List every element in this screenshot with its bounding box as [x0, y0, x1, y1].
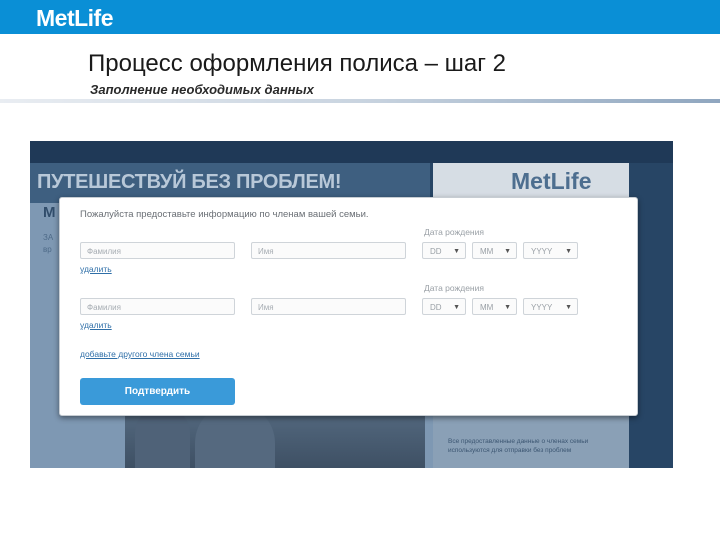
dob-year-value: YYYY: [531, 303, 553, 312]
site-left-text-1: ЗА: [43, 233, 54, 242]
modal-prompt: Пожалуйста предоставьте информацию по чл…: [80, 209, 369, 220]
site-top-strip: [30, 141, 673, 163]
dob-month-value: MM: [480, 247, 494, 256]
dob-label: Дата рождения: [424, 227, 484, 237]
surname-input[interactable]: Фамилия: [80, 298, 235, 315]
dropdown-arrow-icon: ▼: [565, 248, 572, 255]
slide-subtitle: Заполнение необходимых данных: [90, 82, 314, 97]
dob-year-select[interactable]: YYYY ▼: [523, 242, 578, 259]
slide-title: Процесс оформления полиса – шаг 2: [88, 50, 507, 77]
metlife-logo: MetLife: [36, 5, 114, 31]
top-bar: MetLife: [0, 0, 720, 34]
dropdown-arrow-icon: ▼: [565, 304, 572, 311]
dob-year-select[interactable]: YYYY ▼: [523, 298, 578, 315]
delete-member-link[interactable]: удалить: [80, 320, 112, 330]
name-input[interactable]: Имя: [251, 298, 406, 315]
surname-input[interactable]: Фамилия: [80, 242, 235, 259]
delete-member-link[interactable]: удалить: [80, 264, 112, 274]
family-members-modal: Пожалуйста предоставьте информацию по чл…: [59, 197, 638, 416]
site-left-heading: М: [43, 204, 56, 221]
dob-month-select[interactable]: MM ▼: [472, 298, 517, 315]
title-divider: [0, 99, 720, 103]
dropdown-arrow-icon: ▼: [504, 304, 511, 311]
dob-day-select[interactable]: DD ▼: [422, 298, 466, 315]
dropdown-arrow-icon: ▼: [504, 248, 511, 255]
site-side-note: Все предоставленные данные о членах семь…: [448, 438, 589, 454]
site-metlife-logo: MetLife: [511, 168, 592, 194]
dob-month-value: MM: [480, 303, 494, 312]
dob-day-value: DD: [430, 303, 442, 312]
site-left-text-2: вр: [43, 245, 52, 254]
dob-day-select[interactable]: DD ▼: [422, 242, 466, 259]
site-banner-text: ПУТЕШЕСТВУЙ БЕЗ ПРОБЛЕМ!: [37, 171, 342, 193]
submit-button[interactable]: Подтвердить: [80, 378, 235, 405]
website-screenshot: ПУТЕШЕСТВУЙ БЕЗ ПРОБЛЕМ! MetLife М ЗА вр…: [30, 141, 673, 468]
dob-year-value: YYYY: [531, 247, 553, 256]
dropdown-arrow-icon: ▼: [453, 304, 460, 311]
dob-month-select[interactable]: MM ▼: [472, 242, 517, 259]
name-input[interactable]: Имя: [251, 242, 406, 259]
dob-day-value: DD: [430, 247, 442, 256]
dob-label: Дата рождения: [424, 283, 484, 293]
add-member-link[interactable]: добавьте другого члена семьи: [80, 349, 200, 359]
dropdown-arrow-icon: ▼: [453, 248, 460, 255]
